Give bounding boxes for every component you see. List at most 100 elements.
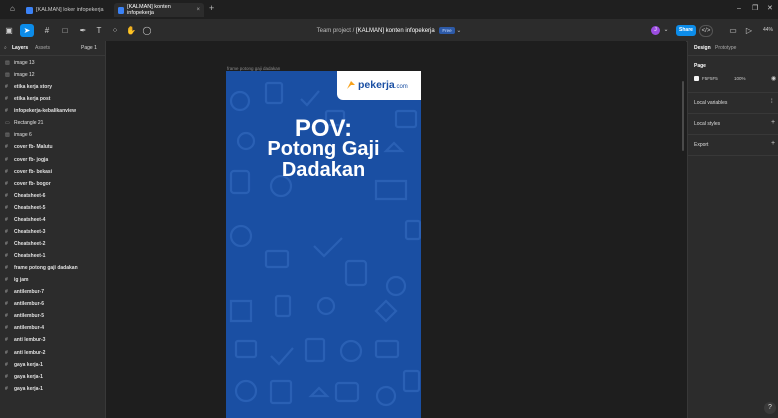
- restore-icon[interactable]: ❐: [752, 4, 758, 13]
- layer-row[interactable]: # Cheatsheet-4: [0, 214, 105, 226]
- layer-name: Cheatsheet-6: [14, 192, 46, 199]
- eye-icon[interactable]: ◉: [771, 75, 776, 82]
- layer-row[interactable]: # frame potong gaji dadakan: [0, 262, 105, 274]
- layer-name: frame potong gaji dadakan: [14, 265, 78, 272]
- zoom-level[interactable]: 44%: [758, 24, 778, 37]
- layer-row[interactable]: # anti lembur-3: [0, 334, 105, 346]
- layer-row[interactable]: # gaya kerja-1: [0, 371, 105, 383]
- share-button[interactable]: Share: [676, 25, 696, 36]
- frame-icon: #: [5, 180, 8, 187]
- headline: POV: Potong Gaji Dadakan: [226, 117, 421, 181]
- layer-name: cover fb- Malutu: [14, 144, 53, 151]
- layer-row[interactable]: # cover fb- bogor: [0, 178, 105, 190]
- layer-row[interactable]: ▨ image 13: [0, 57, 105, 69]
- frame-icon: #: [5, 204, 8, 211]
- figma-file-icon: [118, 6, 125, 14]
- minimize-icon[interactable]: –: [737, 4, 741, 13]
- library-icon[interactable]: ▭: [728, 24, 738, 37]
- tab-design[interactable]: Design: [694, 45, 711, 51]
- layer-name: infopekerja-kebalikanview: [14, 108, 76, 115]
- local-variables-section[interactable]: Local variables ⁞: [688, 93, 778, 114]
- frame-icon: #: [5, 325, 8, 332]
- layer-row[interactable]: # antilembur-6: [0, 298, 105, 310]
- export-section: Export +: [688, 135, 778, 156]
- page-selector[interactable]: Page 1: [81, 45, 97, 51]
- layer-name: Cheatsheet-1: [14, 253, 46, 260]
- layer-row[interactable]: # antilembur-7: [0, 286, 105, 298]
- help-icon[interactable]: ?: [764, 402, 776, 414]
- canvas-scrollbar[interactable]: [682, 81, 684, 151]
- variables-icon[interactable]: ⁞: [771, 99, 773, 105]
- layer-row[interactable]: # etika kerja story: [0, 81, 105, 93]
- layer-row[interactable]: # Cheatsheet-2: [0, 238, 105, 250]
- layer-row[interactable]: ▭ Rectangle 21: [0, 117, 105, 129]
- local-styles-section: Local styles +: [688, 114, 778, 135]
- layer-row[interactable]: ▨ image 12: [0, 69, 105, 81]
- properties-panel: Design Prototype Page F5F5F5 100% ◉ Loca…: [687, 41, 778, 418]
- chevron-down-icon[interactable]: ⌄: [662, 24, 670, 37]
- page-color-swatch[interactable]: [694, 76, 699, 81]
- image-icon: ▨: [5, 132, 10, 139]
- layer-row[interactable]: # infopekerja-kebalikanview: [0, 105, 105, 117]
- present-icon[interactable]: ▷: [743, 24, 755, 37]
- layer-name: antilembur-5: [14, 313, 45, 320]
- layer-row[interactable]: # Cheatsheet-1: [0, 250, 105, 262]
- page-section-title: Page: [694, 63, 706, 69]
- page-opacity-value[interactable]: 100%: [734, 76, 746, 81]
- pekerja-logo-icon: [347, 81, 355, 89]
- layer-name: antilembur-4: [14, 325, 45, 332]
- tab-konten[interactable]: [KALMAN] konten infopekerja ×: [114, 3, 204, 17]
- close-icon[interactable]: ×: [196, 7, 200, 13]
- search-icon[interactable]: ⌕: [4, 45, 7, 51]
- headline-line-2: Potong Gaji: [267, 138, 380, 160]
- layer-row[interactable]: # etika kerja post: [0, 93, 105, 105]
- frame-icon: #: [5, 240, 8, 247]
- close-window-icon[interactable]: ✕: [767, 4, 773, 13]
- frame-icon: #: [5, 385, 8, 392]
- file-name[interactable]: [KALMAN] konten infopekerja: [356, 28, 435, 34]
- layer-name: gaya kerja-1: [14, 373, 43, 380]
- chevron-down-icon[interactable]: ⌄: [456, 28, 461, 34]
- layer-name: Rectangle 21: [14, 120, 44, 127]
- layer-row[interactable]: # Cheatsheet-5: [0, 202, 105, 214]
- local-styles-label: Local styles: [694, 121, 721, 127]
- layer-row[interactable]: # Cheatsheet-3: [0, 226, 105, 238]
- add-style-icon[interactable]: +: [771, 119, 775, 126]
- layer-row[interactable]: ▨ image 6: [0, 129, 105, 141]
- canvas[interactable]: frame potong gaji dadakan pekerja.com PO…: [106, 41, 686, 418]
- avatar[interactable]: J: [651, 26, 660, 35]
- tab-assets[interactable]: Assets: [35, 45, 50, 51]
- layer-row[interactable]: # anti lembur-2: [0, 347, 105, 359]
- layer-row[interactable]: # cover fb- jogja: [0, 154, 105, 166]
- tab-layers[interactable]: Layers: [12, 45, 28, 51]
- layer-name: cover fb- jogja: [14, 156, 49, 163]
- layer-row[interactable]: # cover fb- bekasi: [0, 166, 105, 178]
- layer-row[interactable]: # cover fb- Malutu: [0, 141, 105, 153]
- tab-prototype[interactable]: Prototype: [715, 45, 736, 51]
- tab-loker[interactable]: [KALMAN] loker infopekerja: [22, 3, 110, 17]
- add-export-icon[interactable]: +: [771, 140, 775, 147]
- logo-badge: pekerja.com: [337, 71, 421, 100]
- layer-row[interactable]: # gaya kerja-1: [0, 359, 105, 371]
- breadcrumb-team[interactable]: Team project: [317, 28, 351, 34]
- layer-name: etika kerja story: [14, 84, 53, 91]
- home-icon[interactable]: ⌂: [10, 5, 18, 13]
- layers-panel: ⌕ Layers Assets Page 1 ▨ image 13 ▨ image 1…: [0, 41, 106, 418]
- dev-mode-toggle-icon[interactable]: </>: [699, 25, 713, 37]
- layer-row[interactable]: # antilembur-5: [0, 310, 105, 322]
- layer-row[interactable]: # antilembur-4: [0, 322, 105, 334]
- layer-row[interactable]: # ig jam: [0, 274, 105, 286]
- toolbar: ▣ ➤ # □ ✒ T ⁘ ✋ ◯ Team project / [KALMAN…: [0, 20, 778, 42]
- layer-name: Cheatsheet-3: [14, 228, 46, 235]
- frame-icon: #: [5, 156, 8, 163]
- layer-row[interactable]: # gaya kerja-1: [0, 383, 105, 395]
- artboard-frame[interactable]: pekerja.com POV: Potong Gaji Dadakan: [226, 71, 421, 418]
- plan-badge: Free: [439, 27, 455, 34]
- new-tab-icon[interactable]: +: [209, 4, 214, 13]
- headline-line-3: Dadakan: [281, 159, 366, 181]
- frame-icon: #: [5, 253, 8, 260]
- frame-icon: #: [5, 313, 8, 320]
- layer-row[interactable]: # Cheatsheet-6: [0, 190, 105, 202]
- logo-text: pekerja.com: [358, 79, 408, 91]
- page-color-value[interactable]: F5F5F5: [702, 76, 718, 81]
